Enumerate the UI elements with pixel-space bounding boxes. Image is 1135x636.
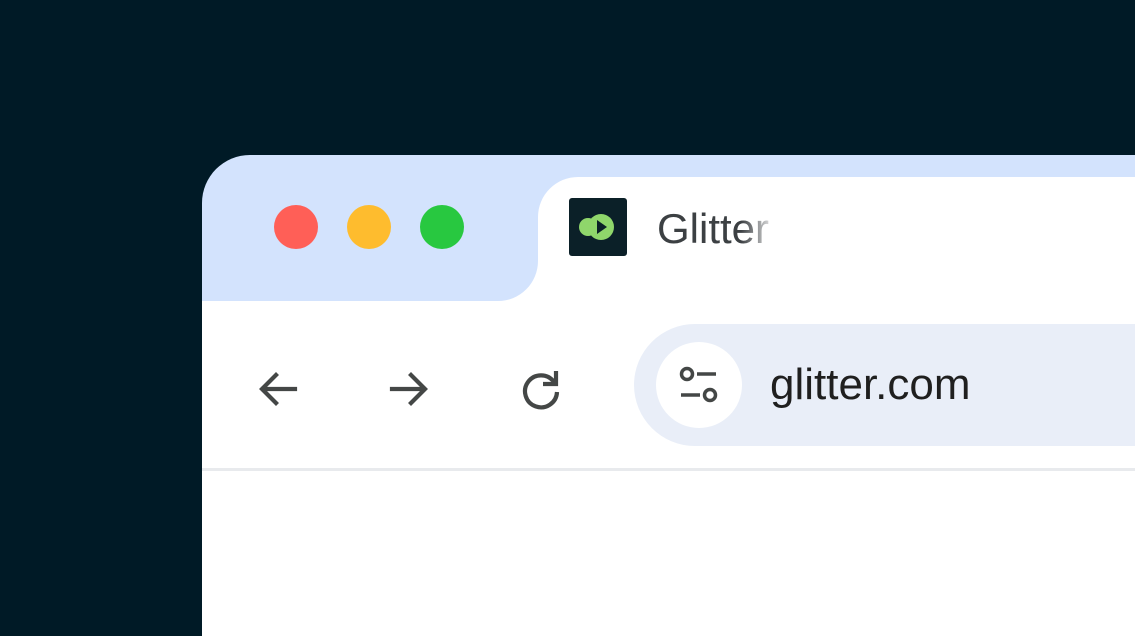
address-bar[interactable]: glitter.com xyxy=(634,324,1135,446)
forward-button[interactable] xyxy=(381,361,437,417)
tab-corner xyxy=(498,261,538,301)
reload-button[interactable] xyxy=(513,361,569,417)
back-button[interactable] xyxy=(250,361,306,417)
reload-icon xyxy=(522,371,560,410)
close-window-button[interactable] xyxy=(274,205,318,249)
browser-window: Glitter glitter.com xyxy=(202,155,1135,636)
window-controls xyxy=(274,205,464,249)
glitter-logo-icon xyxy=(569,198,627,256)
site-info-button[interactable] xyxy=(656,342,742,428)
minimize-window-button[interactable] xyxy=(347,205,391,249)
tab-title: Glitter xyxy=(657,205,770,252)
url-text[interactable]: glitter.com xyxy=(770,360,971,410)
zoom-window-button[interactable] xyxy=(420,205,464,249)
toolbar: glitter.com xyxy=(202,301,1135,469)
page-content xyxy=(202,471,1135,636)
tab-glitter[interactable]: Glitter xyxy=(538,177,1135,307)
arrow-left-icon xyxy=(259,372,298,406)
tune-icon xyxy=(679,366,718,403)
scene: Glitter glitter.com xyxy=(0,0,1135,636)
arrow-right-icon xyxy=(389,372,428,406)
